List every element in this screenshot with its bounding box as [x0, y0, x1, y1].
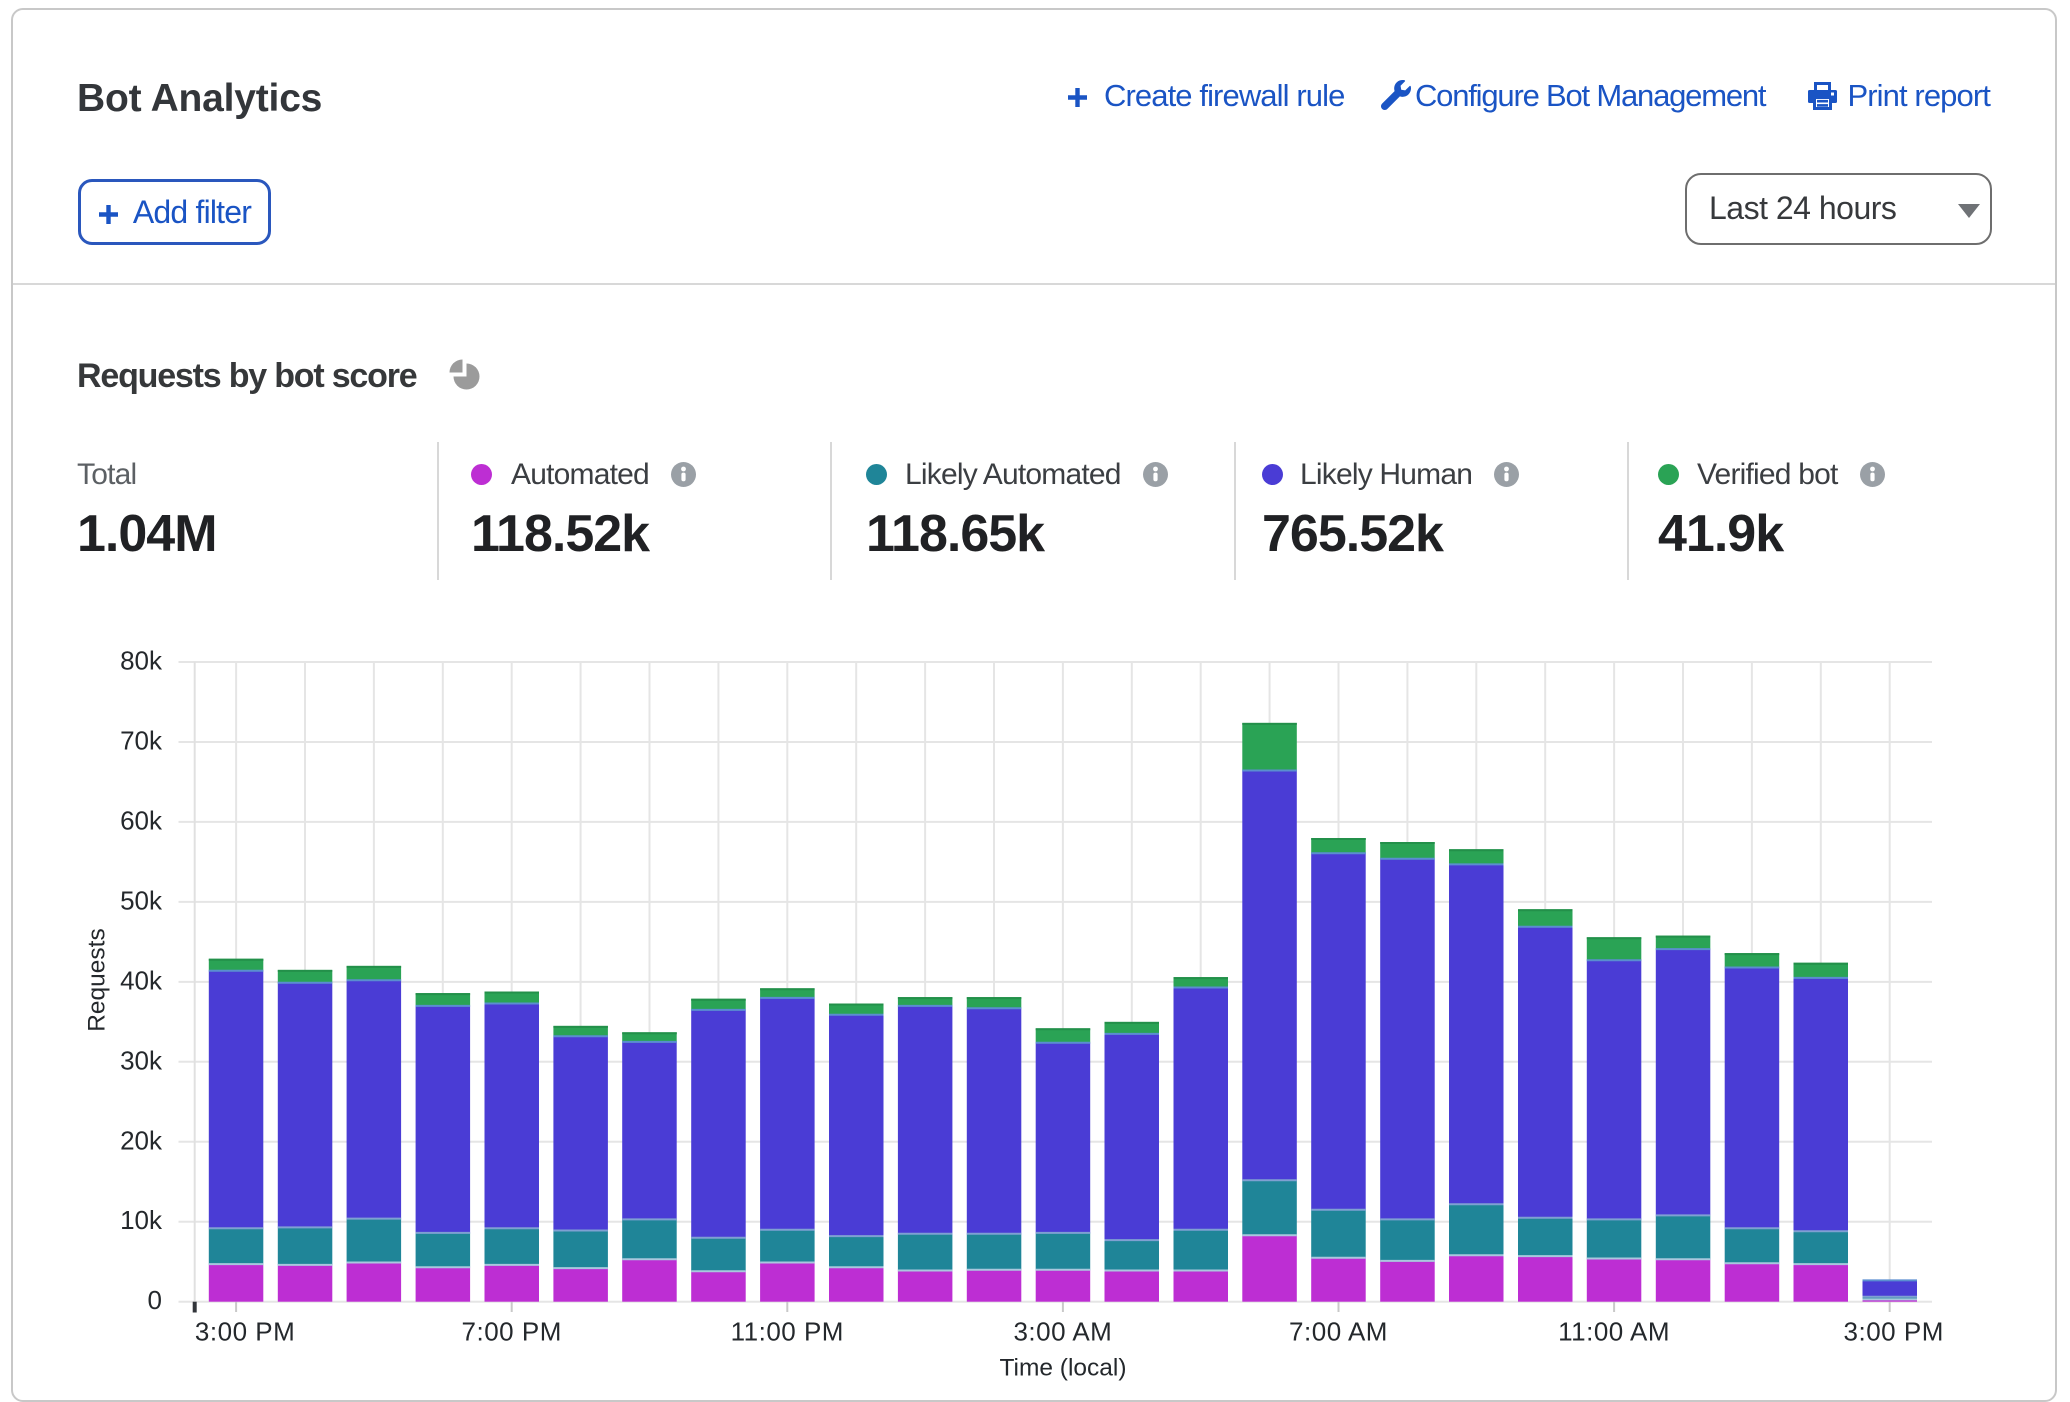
svg-text:7:00 AM: 7:00 AM	[1289, 1317, 1388, 1347]
svg-text:3:00 PM: 3:00 PM	[1844, 1317, 1944, 1347]
svg-text:7:00 PM: 7:00 PM	[462, 1317, 562, 1347]
svg-text:3:00 AM: 3:00 AM	[1013, 1317, 1112, 1347]
svg-text:0: 0	[148, 1285, 162, 1315]
svg-text:Time (local): Time (local)	[999, 1355, 1126, 1382]
svg-text:60k: 60k	[120, 805, 163, 835]
svg-text:Requests: Requests	[84, 928, 111, 1032]
svg-text:50k: 50k	[120, 885, 163, 915]
svg-text:20k: 20k	[120, 1125, 163, 1155]
svg-text:10k: 10k	[120, 1205, 163, 1235]
svg-text:3:00 PM: 3:00 PM	[195, 1317, 295, 1347]
svg-text:11:00 AM: 11:00 AM	[1558, 1317, 1670, 1347]
svg-text:70k: 70k	[120, 726, 163, 756]
svg-text:40k: 40k	[120, 965, 163, 995]
svg-text:30k: 30k	[120, 1045, 163, 1075]
svg-text:11:00 PM: 11:00 PM	[731, 1317, 844, 1347]
svg-text:80k: 80k	[120, 646, 163, 676]
